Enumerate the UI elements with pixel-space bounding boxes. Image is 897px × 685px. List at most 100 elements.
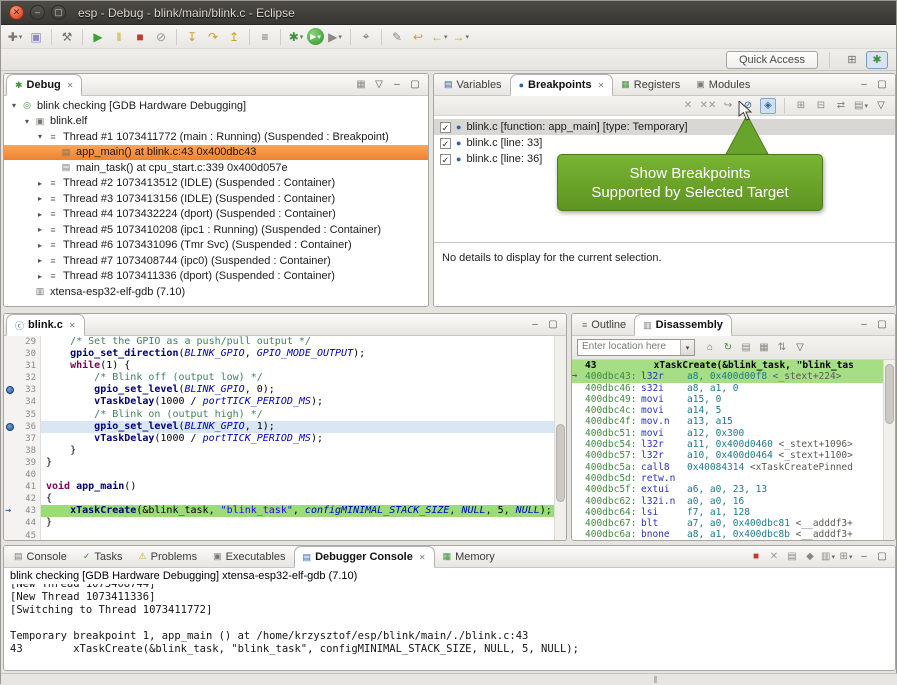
disassembly-row[interactable]: 400dbc6a:bnonea8, a1, 0x400dbc8b <__addd… — [572, 529, 895, 540]
debug-view-menu-icon[interactable]: ▽ — [371, 77, 387, 93]
step-return-icon[interactable]: ↥ — [224, 27, 244, 47]
show-source-icon[interactable]: ▤ — [738, 340, 754, 356]
disassembly-scrollbar-thumb[interactable] — [885, 364, 894, 424]
minimize-icon[interactable]: – — [527, 317, 543, 333]
checkbox[interactable]: ✓ — [440, 138, 451, 149]
dropdown-arrow-icon[interactable]: ▾ — [444, 33, 448, 41]
display-console-icon[interactable]: ▥▾ — [820, 549, 836, 565]
dropdown-arrow-icon[interactable]: ▾ — [317, 33, 321, 41]
editor-line[interactable]: 30 gpio_set_direction(BLINK_GPIO, GPIO_M… — [4, 348, 566, 360]
disassembly-row[interactable]: 43 xTaskCreate(&blink_task, "blink_tas — [572, 360, 895, 371]
expander-closed-icon[interactable]: ▸ — [34, 179, 46, 188]
breakpoints-view-menu-icon[interactable]: ▽ — [873, 98, 889, 114]
minimize-icon[interactable]: – — [856, 549, 872, 565]
tab-close-icon[interactable]: ✕ — [419, 553, 426, 562]
dropdown-arrow-icon[interactable]: ▾ — [864, 102, 868, 110]
expander-closed-icon[interactable]: ▸ — [34, 241, 46, 250]
editor-content[interactable]: 29 /* Set the GPIO as a push/pull output… — [4, 336, 566, 540]
debug-tree-row[interactable]: ▸≡Thread #8 1073411336 (dport) (Suspende… — [4, 269, 428, 285]
instruction-stepping-icon[interactable]: ≡ — [255, 27, 275, 47]
debug-icon[interactable]: ✱▾ — [286, 27, 306, 47]
back-icon[interactable]: ←▾ — [429, 27, 450, 47]
tab-debug[interactable]: ✱Debug✕ — [6, 74, 82, 96]
editor-line[interactable]: 41void app_main() — [4, 481, 566, 493]
step-into-icon[interactable]: ↧ — [182, 27, 202, 47]
clear-console-icon[interactable]: ▤ — [784, 549, 800, 565]
tab-breakpoints[interactable]: ●Breakpoints✕ — [510, 74, 614, 96]
disassembly-row[interactable]: 400dbc51:movia12, 0x300 — [572, 428, 895, 439]
last-edit-location-icon[interactable]: ↩ — [408, 27, 428, 47]
location-input[interactable]: Enter location here — [578, 340, 680, 355]
combo-dropdown-icon[interactable]: ▾ — [680, 340, 694, 355]
minimize-icon[interactable]: – — [856, 317, 872, 333]
editor-line[interactable]: 45 — [4, 530, 566, 541]
disassembly-content[interactable]: 43 xTaskCreate(&blink_task, "blink_tas→4… — [572, 360, 895, 540]
debug-tree-row[interactable]: ▾≡Thread #1 1073411772 (main : Running) … — [4, 129, 428, 145]
editor-line[interactable]: 29 /* Set the GPIO as a push/pull output… — [4, 336, 566, 348]
debug-tree-row[interactable]: ▾◎blink checking [GDB Hardware Debugging… — [4, 98, 428, 114]
open-console-icon[interactable]: ⊞▾ — [838, 549, 854, 565]
expander-open-icon[interactable]: ▾ — [34, 132, 46, 141]
expander-open-icon[interactable]: ▾ — [8, 101, 20, 110]
tab-memory[interactable]: ▦Memory — [435, 546, 503, 567]
disassembly-row[interactable]: 400dbc64:lsif7, a1, 128 — [572, 507, 895, 518]
show-opcodes-icon[interactable]: ▦ — [756, 340, 772, 356]
tab-blink-c[interactable]: ⓒblink.c✕ — [6, 314, 85, 336]
debug-tree-row[interactable]: ▸≡Thread #2 1073413512 (IDLE) (Suspended… — [4, 176, 428, 192]
editor-line[interactable]: 37 vTaskDelay(1000 / portTICK_PERIOD_MS)… — [4, 433, 566, 445]
annotations-icon[interactable]: ✎ — [387, 27, 407, 47]
debug-tree-row[interactable]: ▸≡Thread #5 1073410208 (ipc1 : Running) … — [4, 222, 428, 238]
expander-closed-icon[interactable]: ▸ — [34, 256, 46, 265]
maximize-icon[interactable]: ▢ — [545, 317, 561, 333]
terminate-icon[interactable]: ■ — [130, 27, 150, 47]
maximize-icon[interactable]: ▢ — [407, 77, 423, 93]
debug-tree-row[interactable]: ▸≡Thread #4 1073432224 (dport) (Suspende… — [4, 207, 428, 223]
expand-all-icon[interactable]: ⊞ — [793, 98, 809, 114]
disassembly-row[interactable]: 400dbc4f:mov.na13, a15 — [572, 416, 895, 427]
resume-icon[interactable]: ▶ — [88, 27, 108, 47]
tab-registers[interactable]: ▦Registers — [613, 74, 688, 95]
disassembly-row[interactable]: 400dbc49:movia15, 0 — [572, 394, 895, 405]
breakpoint-item[interactable]: ✓●blink.c [line: 33] — [434, 135, 895, 151]
minimize-icon[interactable]: – — [389, 77, 405, 93]
editor-scrollbar[interactable] — [554, 336, 566, 540]
dropdown-arrow-icon[interactable]: ▾ — [466, 33, 470, 41]
disassembly-row[interactable]: 400dbc5d:retw.n — [572, 473, 895, 484]
collapse-all-icon[interactable]: ⊟ — [813, 98, 829, 114]
debug-view-filter-icon[interactable]: ▦ — [353, 77, 369, 93]
disassembly-row[interactable]: 400dbc67:blta7, a0, 0x400dbc81 <__adddf3… — [572, 518, 895, 529]
checkbox[interactable]: ✓ — [440, 122, 451, 133]
editor-line[interactable]: 40 — [4, 469, 566, 481]
editor-line[interactable]: 44} — [4, 517, 566, 529]
maximize-icon[interactable]: ▢ — [874, 317, 890, 333]
disassembly-menu-icon[interactable]: ▽ — [792, 340, 808, 356]
disassembly-row[interactable]: 400dbc5f:extuia6, a0, 23, 13 — [572, 484, 895, 495]
tab-executables[interactable]: ▣Executables — [205, 546, 293, 567]
dropdown-arrow-icon[interactable]: ▾ — [849, 553, 853, 561]
disassembly-row[interactable]: 400dbc57:l32ra10, 0x400d0464 <_stext+110… — [572, 450, 895, 461]
remove-breakpoint-icon[interactable]: ✕ — [680, 98, 696, 114]
arrow-gutter[interactable]: → — [4, 505, 17, 517]
debug-tree-row[interactable]: ▸≡Thread #6 1073431096 (Tmr Svc) (Suspen… — [4, 238, 428, 254]
maximize-icon[interactable]: ▢ — [874, 77, 890, 93]
suspend-icon[interactable]: ‖ — [109, 27, 129, 47]
expander-closed-icon[interactable]: ▸ — [34, 210, 46, 219]
debug-tree-row[interactable]: ▸≡Thread #7 1073408744 (ipc0) (Suspended… — [4, 253, 428, 269]
step-over-icon[interactable]: ↷ — [203, 27, 223, 47]
open-perspective-icon[interactable]: ⊞ — [841, 51, 863, 69]
console-lines[interactable]: [New Thread 1073408744][New Thread 10734… — [4, 584, 895, 670]
dropdown-arrow-icon[interactable]: ▾ — [338, 33, 342, 41]
disconnect-icon[interactable]: ⊘ — [151, 27, 171, 47]
run-icon[interactable]: ▶▾ — [307, 28, 324, 45]
forward-icon[interactable]: →▾ — [451, 27, 472, 47]
link-with-debug-view-icon[interactable]: ⇄ — [833, 98, 849, 114]
dropdown-arrow-icon[interactable]: ▾ — [831, 553, 835, 561]
breakpoint-gutter[interactable] — [4, 384, 17, 396]
editor-line[interactable]: 35 /* Blink on (output high) */ — [4, 409, 566, 421]
group-by-icon[interactable]: ▤▾ — [853, 98, 869, 114]
debug-tree-row[interactable]: ▥xtensa-esp32-elf-gdb (7.10) — [4, 284, 428, 300]
editor-line[interactable]: 33 gpio_set_level(BLINK_GPIO, 0); — [4, 384, 566, 396]
dropdown-arrow-icon[interactable]: ▾ — [19, 33, 23, 41]
tab-console[interactable]: ▤Console — [6, 546, 75, 567]
external-tools-icon[interactable]: ▶▾ — [325, 27, 345, 47]
